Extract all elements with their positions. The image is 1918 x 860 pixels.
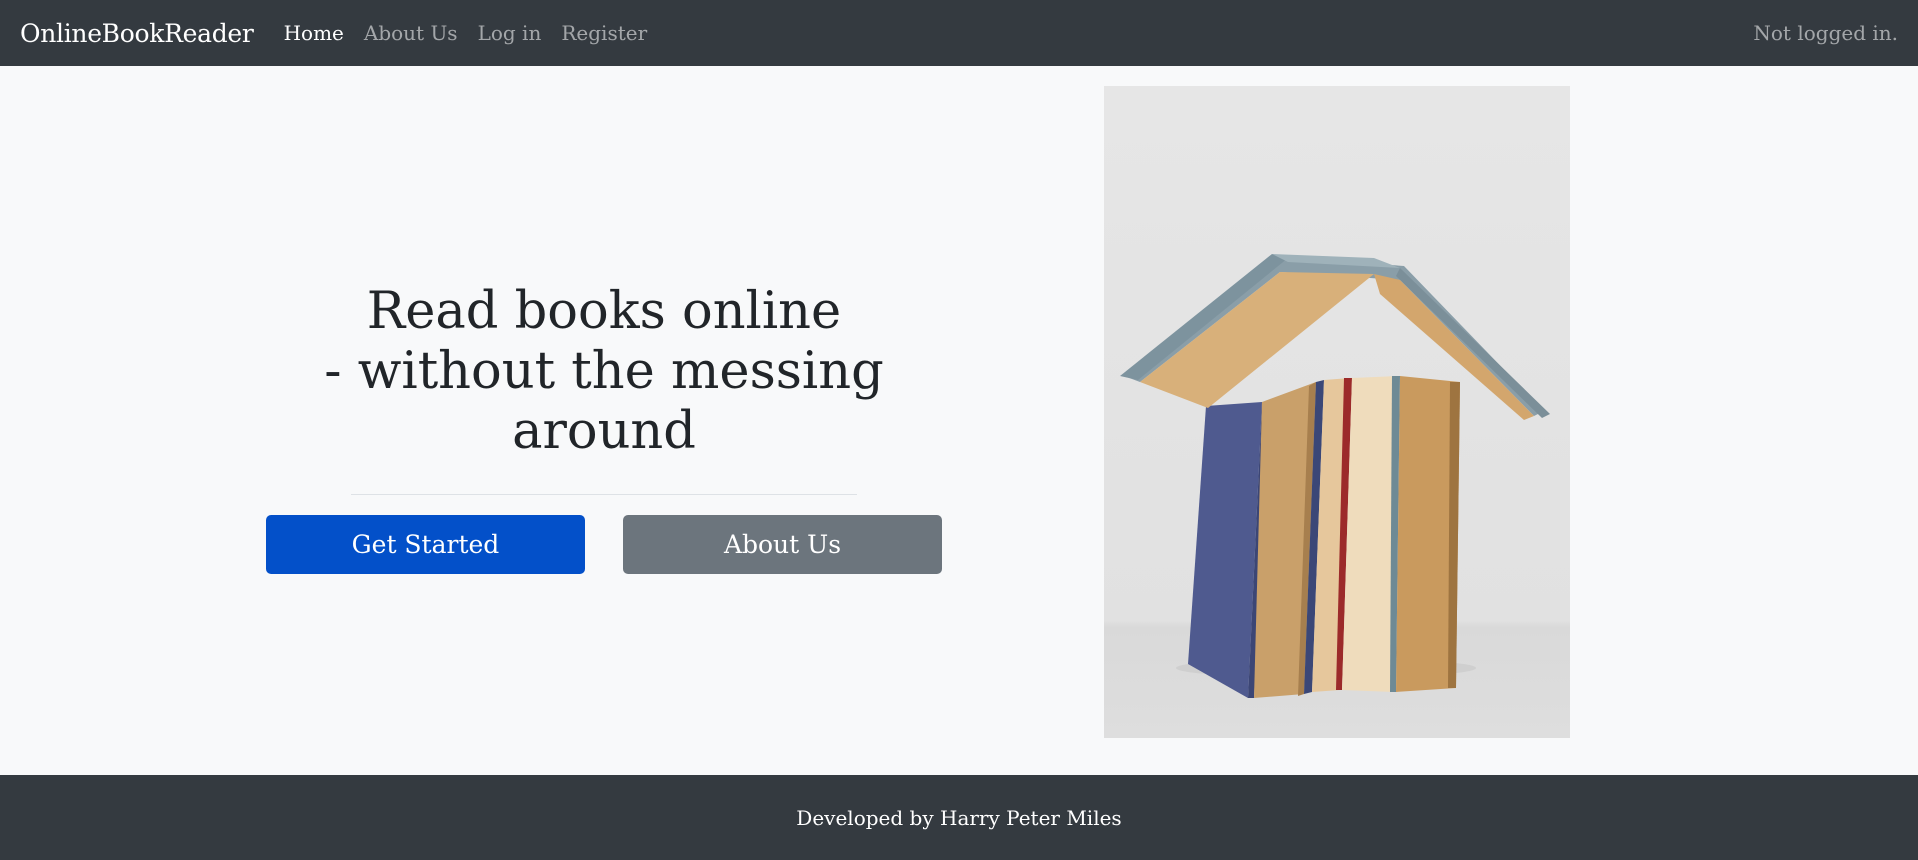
about-us-button[interactable]: About Us [623, 515, 942, 574]
nav-link-log-in[interactable]: Log in [478, 21, 542, 45]
top-navbar: OnlineBookReader Home About Us Log in Re… [0, 0, 1918, 66]
headline-line-2: - without the messing [324, 342, 884, 401]
hero-image-books [1104, 86, 1570, 738]
footer-credit: Developed by Harry Peter Miles [796, 805, 1122, 830]
get-started-button[interactable]: Get Started [266, 515, 585, 574]
nav-link-home[interactable]: Home [284, 21, 344, 45]
hero-button-row: Get Started About Us [266, 515, 942, 574]
hero-text-block: Read books online - without the messing … [266, 282, 942, 574]
brand-link[interactable]: OnlineBookReader [20, 19, 254, 48]
page-footer: Developed by Harry Peter Miles [0, 775, 1918, 860]
hero-headline: Read books online - without the messing … [266, 282, 942, 462]
books-house-illustration [1120, 254, 1550, 698]
nav-link-about-us[interactable]: About Us [364, 21, 458, 45]
headline-line-1: Read books online [366, 282, 842, 341]
hero-divider [351, 494, 857, 495]
headline-line-3: around [512, 402, 696, 461]
nav-link-register[interactable]: Register [561, 21, 647, 45]
login-status-text: Not logged in. [1753, 21, 1898, 45]
